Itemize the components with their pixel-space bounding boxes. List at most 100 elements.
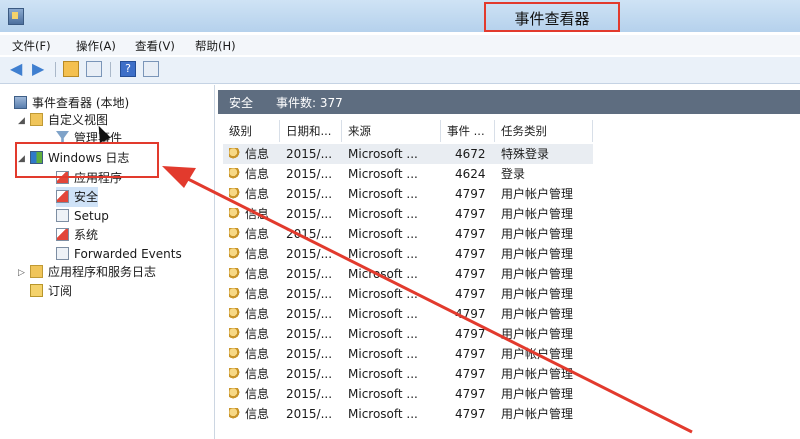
cell-date: 2015/... [286, 324, 332, 344]
tree-log-system[interactable]: 系统 [56, 225, 98, 245]
menu-help[interactable]: 帮助(H) [195, 38, 236, 54]
table-row[interactable]: 信息 2015/... Microsoft ... 4797 用户帐户管理 [223, 284, 593, 304]
column-header-task-category[interactable]: 任务类别 [495, 120, 593, 142]
cell-event-id: 4672 [455, 144, 486, 164]
cell-task-category: 用户帐户管理 [501, 224, 573, 244]
table-row[interactable]: 信息 2015/... Microsoft ... 4797 用户帐户管理 [223, 204, 593, 224]
table-row[interactable]: 信息 2015/... Microsoft ... 4624 登录 [223, 164, 593, 184]
cell-task-category-text: 用户帐户管理 [501, 247, 574, 261]
table-row[interactable]: 信息 2015/... Microsoft ... 4797 用户帐户管理 [223, 264, 593, 284]
cell-task-category-text: 用户帐户管理 [501, 267, 574, 281]
cell-source-text: Microsoft ... [348, 367, 418, 381]
event-viewer-app-icon [8, 8, 24, 25]
cell-date-text: 2015/... [286, 287, 333, 301]
properties-icon[interactable] [143, 61, 159, 77]
table-row[interactable]: 信息 2015/... Microsoft ... 4797 用户帐户管理 [223, 324, 593, 344]
table-row[interactable]: 信息 2015/... Microsoft ... 4797 用户帐户管理 [223, 404, 593, 424]
cell-level: 信息 [229, 384, 269, 404]
tree-log-setup[interactable]: Setup [56, 206, 109, 226]
information-icon [229, 348, 241, 360]
cell-event-id: 4797 [455, 184, 486, 204]
collapsed-arrow-icon[interactable]: ▷ [18, 268, 25, 278]
forward-arrow-icon[interactable]: ▶ [32, 61, 48, 77]
tree-log-security[interactable]: 安全 [56, 187, 99, 207]
cell-event-id-text: 4797 [455, 387, 486, 401]
cell-date-text: 2015/... [286, 407, 333, 421]
cell-task-category: 登录 [501, 164, 525, 184]
expand-arrow-icon[interactable]: ◢ [18, 116, 25, 126]
cell-date: 2015/... [286, 284, 332, 304]
menu-file[interactable]: 文件(F) [12, 38, 51, 54]
cell-level: 信息 [229, 304, 269, 324]
tree-subscriptions[interactable]: 订阅 [30, 281, 72, 301]
cell-task-category-text: 登录 [501, 167, 526, 181]
cell-task-category-text: 用户帐户管理 [501, 407, 574, 421]
folder-icon [30, 113, 43, 126]
column-header-level[interactable]: 级别 [223, 120, 280, 142]
cell-task-category: 用户帐户管理 [501, 384, 573, 404]
table-row[interactable]: 信息 2015/... Microsoft ... 4797 用户帐户管理 [223, 344, 593, 364]
window-title: 事件查看器 [484, 2, 620, 32]
cell-source-text: Microsoft ... [348, 387, 418, 401]
cell-source: Microsoft ... [348, 264, 418, 284]
cell-date: 2015/... [286, 224, 332, 244]
table-row[interactable]: 信息 2015/... Microsoft ... 4797 用户帐户管理 [223, 224, 593, 244]
events-table: 级别 日期和... 来源 事件 ... 任务类别 信息 2015/... Micro… [223, 120, 800, 439]
table-row[interactable]: 信息 2015/... Microsoft ... 4672 特殊登录 [223, 144, 593, 164]
cell-level: 信息 [229, 264, 269, 284]
cell-task-category-text: 用户帐户管理 [501, 387, 574, 401]
column-header-event-id[interactable]: 事件 ... [441, 120, 495, 142]
up-folder-icon[interactable] [63, 61, 79, 77]
cell-date-text: 2015/... [286, 167, 333, 181]
cell-event-id-text: 4797 [455, 187, 486, 201]
cell-source: Microsoft ... [348, 204, 418, 224]
cell-task-category: 用户帐户管理 [501, 404, 573, 424]
cell-date-text: 2015/... [286, 347, 333, 361]
cell-level-text: 信息 [245, 267, 270, 281]
cell-source: Microsoft ... [348, 364, 418, 384]
cell-event-id-text: 4797 [455, 347, 486, 361]
information-icon [229, 188, 241, 200]
cell-source-text: Microsoft ... [348, 347, 418, 361]
column-header-source[interactable]: 来源 [342, 120, 441, 142]
cell-date: 2015/... [286, 264, 332, 284]
tree-log-forwarded-events[interactable]: Forwarded Events [56, 244, 182, 264]
information-icon [229, 148, 241, 160]
cell-event-id-text: 4797 [455, 267, 486, 281]
back-arrow-icon[interactable]: ◀ [10, 61, 26, 77]
table-row[interactable]: 信息 2015/... Microsoft ... 4797 用户帐户管理 [223, 364, 593, 384]
table-row[interactable]: 信息 2015/... Microsoft ... 4797 用户帐户管理 [223, 304, 593, 324]
cell-source-text: Microsoft ... [348, 307, 418, 321]
cell-level-text: 信息 [245, 307, 270, 321]
cell-event-id: 4797 [455, 264, 486, 284]
cell-level-text: 信息 [245, 147, 270, 161]
cell-level-text: 信息 [245, 227, 270, 241]
cell-event-id-text: 4797 [455, 327, 486, 341]
cell-date-text: 2015/... [286, 307, 333, 321]
cell-date-text: 2015/... [286, 207, 333, 221]
cell-event-id: 4797 [455, 364, 486, 384]
menu-view[interactable]: 查看(V) [135, 38, 175, 54]
cell-source-text: Microsoft ... [348, 407, 418, 421]
cell-level-text: 信息 [245, 167, 270, 181]
column-header-date[interactable]: 日期和... [280, 120, 342, 142]
table-row[interactable]: 信息 2015/... Microsoft ... 4797 用户帐户管理 [223, 244, 593, 264]
show-hide-tree-icon[interactable] [86, 61, 102, 77]
cell-task-category-text: 用户帐户管理 [501, 287, 574, 301]
cell-level-text: 信息 [245, 367, 270, 381]
cell-date: 2015/... [286, 384, 332, 404]
cell-source-text: Microsoft ... [348, 327, 418, 341]
cell-date: 2015/... [286, 164, 332, 184]
cell-event-id-text: 4797 [455, 307, 486, 321]
event-count: 事件数: 377 [276, 96, 343, 110]
cell-date-text: 2015/... [286, 247, 333, 261]
cell-date: 2015/... [286, 204, 332, 224]
menu-action[interactable]: 操作(A) [76, 38, 116, 54]
help-icon[interactable]: ? [120, 61, 136, 77]
cell-event-id-text: 4672 [455, 147, 486, 161]
tree-app-service-logs[interactable]: 应用程序和服务日志 [30, 262, 156, 282]
table-row[interactable]: 信息 2015/... Microsoft ... 4797 用户帐户管理 [223, 184, 593, 204]
table-row[interactable]: 信息 2015/... Microsoft ... 4797 用户帐户管理 [223, 384, 593, 404]
cell-event-id: 4797 [455, 284, 486, 304]
information-icon [229, 228, 241, 240]
